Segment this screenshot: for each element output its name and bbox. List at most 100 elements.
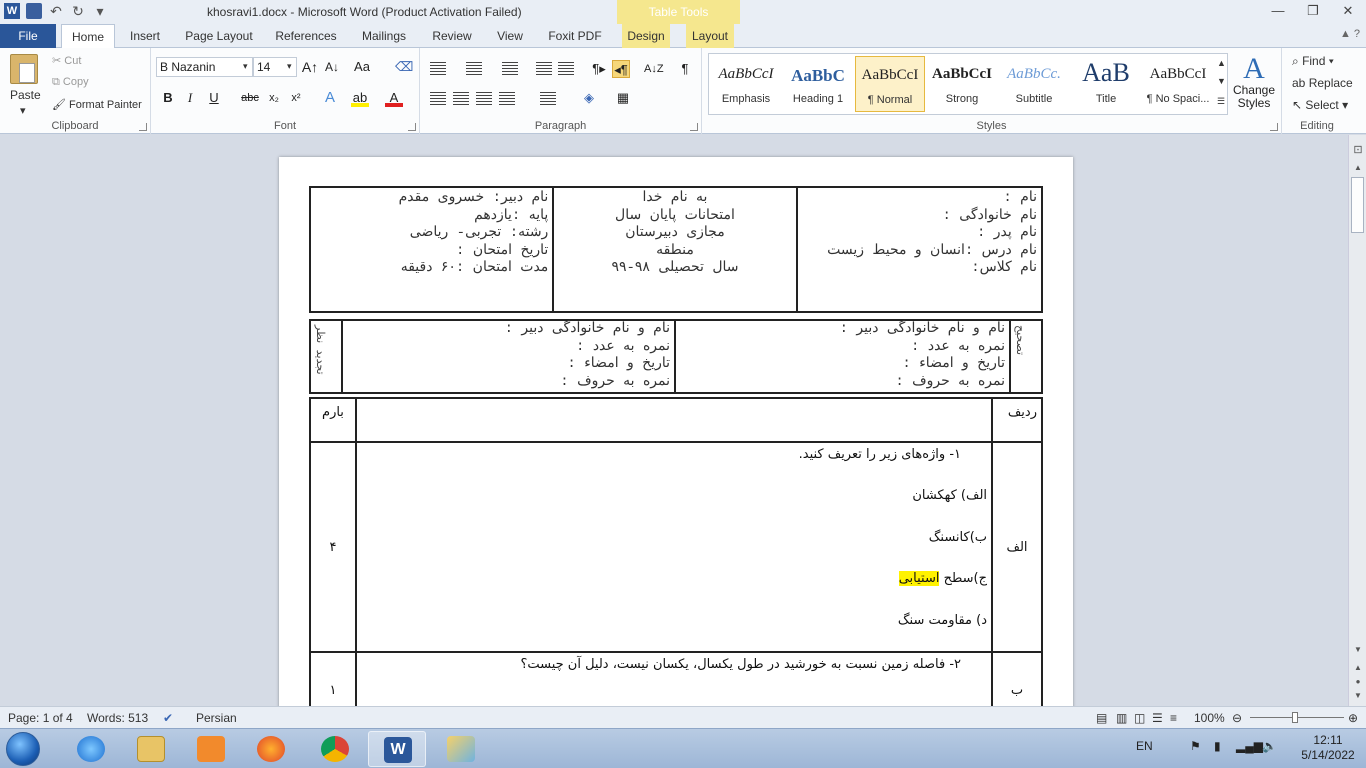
close-button[interactable]: ✕: [1334, 2, 1362, 20]
highlight-color-icon[interactable]: ab: [351, 89, 369, 107]
correction-grading-cell[interactable]: نام و نام خانوادگی دبیر : نمره به عدد : …: [674, 319, 1012, 394]
styles-more-icon[interactable]: ☰: [1217, 96, 1225, 107]
increase-indent-icon[interactable]: [558, 62, 574, 76]
sort-icon[interactable]: A↓Z: [644, 60, 664, 78]
zoom-slider-thumb[interactable]: [1292, 712, 1298, 723]
ruler-toggle-icon[interactable]: ⊡: [1349, 143, 1366, 156]
bullets-icon[interactable]: [430, 62, 446, 76]
styles-launcher-icon[interactable]: [1270, 123, 1278, 131]
align-center-icon[interactable]: [453, 92, 469, 106]
start-button[interactable]: [6, 732, 40, 766]
undo-icon[interactable]: ↶: [48, 3, 64, 19]
font-color-icon[interactable]: A: [385, 89, 403, 107]
font-size-dropdown-icon[interactable]: ▾: [287, 61, 292, 72]
tab-insert[interactable]: Insert: [124, 24, 166, 48]
previous-page-icon[interactable]: ▲: [1349, 663, 1366, 672]
change-case-icon[interactable]: Aa: [353, 58, 371, 76]
tab-references[interactable]: References: [272, 24, 340, 48]
underline-icon[interactable]: U: [205, 89, 223, 107]
text-effects-icon[interactable]: A: [321, 89, 339, 107]
outline-icon[interactable]: ☰: [1152, 711, 1163, 725]
paste-dropdown-icon[interactable]: ▾: [20, 104, 26, 117]
align-right-icon[interactable]: [476, 92, 492, 106]
decrease-indent-icon[interactable]: [536, 62, 552, 76]
taskbar-chrome[interactable]: [306, 731, 364, 767]
document-page[interactable]: نام دبیر: خسروی مقدم پایه :یازدهم رشته: …: [279, 157, 1073, 706]
style-title[interactable]: AaB Title: [1071, 56, 1141, 112]
web-layout-icon[interactable]: ◫: [1134, 711, 1145, 725]
clipboard-launcher-icon[interactable]: [139, 123, 147, 131]
system-clock[interactable]: 12:11 5/14/2022: [1296, 733, 1360, 763]
style-subtitle[interactable]: AaBbCc. Subtitle: [999, 56, 1069, 112]
tab-foxit-pdf[interactable]: Foxit PDF: [544, 24, 606, 48]
word-app-icon[interactable]: W: [4, 3, 20, 19]
font-name-box[interactable]: B Nazanin: [156, 57, 253, 77]
grow-font-icon[interactable]: A↑: [301, 58, 319, 76]
shrink-font-icon[interactable]: A↓: [323, 58, 341, 76]
print-layout-icon[interactable]: ▤: [1096, 711, 1107, 725]
select-button[interactable]: ↖ Select ▾: [1292, 98, 1348, 112]
taskbar-ie[interactable]: [62, 731, 120, 767]
tab-view[interactable]: View: [492, 24, 528, 48]
zoom-in-icon[interactable]: ⊕: [1348, 711, 1358, 725]
taskbar-media-player[interactable]: [182, 731, 240, 767]
full-screen-reading-icon[interactable]: ▥: [1116, 711, 1127, 725]
restore-button[interactable]: ❐: [1299, 2, 1327, 20]
justify-icon[interactable]: [499, 92, 515, 106]
borders-icon[interactable]: ▦: [614, 89, 632, 107]
font-launcher-icon[interactable]: [408, 123, 416, 131]
page-indicator[interactable]: Page: 1 of 4: [8, 711, 73, 725]
line-spacing-icon[interactable]: [540, 92, 556, 106]
shading-icon[interactable]: ◈: [580, 89, 598, 107]
tab-home[interactable]: Home: [61, 24, 115, 49]
styles-scroll-down-icon[interactable]: ▼: [1217, 76, 1226, 86]
tab-review[interactable]: Review: [428, 24, 476, 48]
font-name-dropdown-icon[interactable]: ▾: [243, 61, 248, 72]
bold-icon[interactable]: B: [159, 89, 177, 107]
action-center-icon[interactable]: ⚑: [1190, 739, 1201, 753]
align-left-icon[interactable]: [430, 92, 446, 106]
revision-grading-cell[interactable]: نام و نام خانوادگی دبیر : نمره به عدد : …: [340, 319, 677, 394]
proofing-icon[interactable]: ✔: [163, 711, 173, 725]
strikethrough-icon[interactable]: abc: [241, 89, 259, 107]
taskbar-explorer[interactable]: [122, 731, 180, 767]
word-count[interactable]: Words: 513: [87, 711, 148, 725]
q2-cell[interactable]: ۲- فاصله زمین نسبت به خورشید در طول یکسا…: [354, 651, 994, 706]
style-emphasis[interactable]: AaBbCcI Emphasis: [711, 56, 781, 112]
copy-button[interactable]: ⧉ Copy: [52, 76, 89, 89]
ltr-direction-icon[interactable]: ¶▸: [590, 60, 608, 78]
exam-title-cell[interactable]: به نام خدا امتحانات پایان سال مجازی دبیر…: [552, 186, 798, 313]
customize-qat-icon[interactable]: ▾: [92, 3, 108, 19]
next-page-icon[interactable]: ▼: [1349, 691, 1366, 700]
language-bar[interactable]: EN: [1136, 739, 1153, 753]
style-no-spacing[interactable]: AaBbCcI ¶ No Spaci...: [1143, 56, 1213, 112]
styles-scroll-up-icon[interactable]: ▲: [1217, 58, 1226, 68]
vertical-scrollbar[interactable]: ⊡ ▲ ▼ ▲ ● ▼: [1348, 135, 1366, 706]
superscript-icon[interactable]: x²: [287, 89, 305, 107]
show-formatting-marks-icon[interactable]: ¶: [676, 60, 694, 78]
paste-icon[interactable]: [10, 54, 38, 84]
style-normal[interactable]: AaBbCcI ¶ Normal: [855, 56, 925, 112]
student-info-cell[interactable]: نام : نام خانوادگی : نام پدر : نام درس :…: [795, 186, 1044, 313]
italic-icon[interactable]: I: [181, 89, 199, 107]
scroll-thumb[interactable]: [1351, 177, 1364, 233]
change-styles-button[interactable]: A Change Styles: [1232, 54, 1276, 110]
clear-formatting-icon[interactable]: ⌫: [395, 58, 413, 76]
browse-object-icon[interactable]: ●: [1349, 677, 1366, 686]
multilevel-list-icon[interactable]: [502, 62, 518, 76]
tab-file[interactable]: File: [0, 24, 56, 48]
find-button[interactable]: ⌕ Find ▾: [1292, 54, 1334, 69]
minimize-button[interactable]: —: [1264, 2, 1292, 20]
taskbar-paint[interactable]: [432, 731, 490, 767]
paste-button[interactable]: Paste: [10, 88, 41, 102]
subscript-icon[interactable]: x₂: [265, 89, 283, 107]
paragraph-launcher-icon[interactable]: [690, 123, 698, 131]
style-heading-1[interactable]: AaBbC Heading 1: [783, 56, 853, 112]
replace-button[interactable]: ab Replace: [1292, 76, 1353, 90]
cut-button[interactable]: ✂ Cut: [52, 54, 81, 67]
language-indicator[interactable]: Persian: [196, 711, 237, 725]
redo-icon[interactable]: ↻: [70, 3, 86, 19]
numbering-icon[interactable]: [466, 62, 482, 76]
teacher-info-cell[interactable]: نام دبیر: خسروی مقدم پایه :یازدهم رشته: …: [308, 186, 555, 313]
style-strong[interactable]: AaBbCcI Strong: [927, 56, 997, 112]
